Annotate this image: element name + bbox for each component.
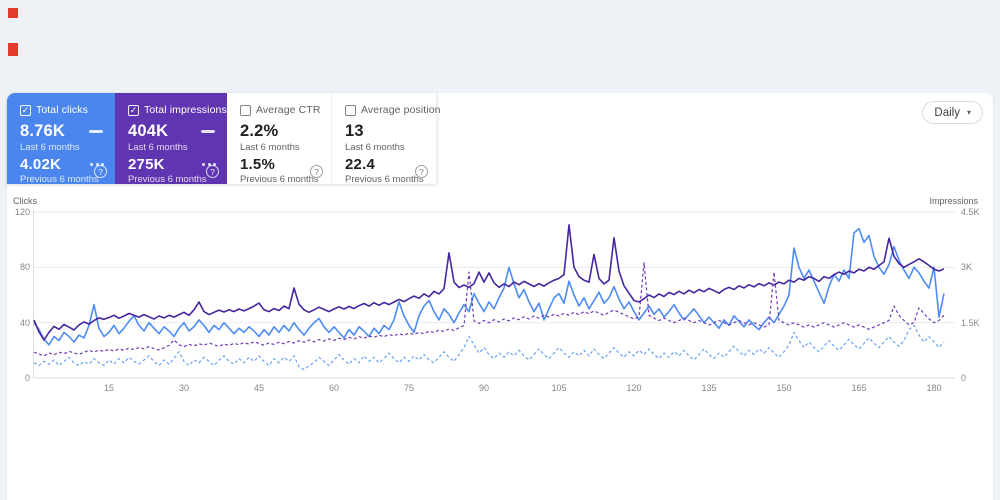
axis-tick-label: 90: [478, 383, 489, 393]
axis-tick-label: 165: [851, 383, 867, 393]
axis-tick-label: 75: [403, 383, 414, 393]
axis-tick-label: 135: [701, 383, 717, 393]
performance-line-chart[interactable]: [0, 0, 1000, 500]
axis-tick-label: 120: [626, 383, 642, 393]
axis-tick-label: 0: [961, 373, 967, 383]
axis-tick-label: 45: [253, 383, 264, 393]
axis-tick-label: 15: [103, 383, 114, 393]
axis-tick-label: 4.5K: [961, 207, 980, 217]
axis-tick-label: 60: [328, 383, 339, 393]
performance-report-page: { "page": { "background": "#eef1f6", "pa…: [0, 0, 1000, 500]
axis-tick-label: 180: [926, 383, 942, 393]
axis-tick-label: 3K: [961, 262, 973, 273]
axis-tick-label: 120: [14, 207, 30, 217]
axis-tick-label: 150: [776, 383, 792, 393]
series-line-0: [33, 227, 945, 346]
axis-tick-label: 1.5K: [961, 317, 980, 328]
axis-tick-label: 40: [19, 317, 30, 328]
axis-tick-label: 0: [24, 373, 30, 383]
axis-tick-label: 105: [551, 383, 567, 393]
axis-tick-label: 80: [19, 262, 30, 273]
axis-tick-label: 30: [178, 383, 189, 393]
